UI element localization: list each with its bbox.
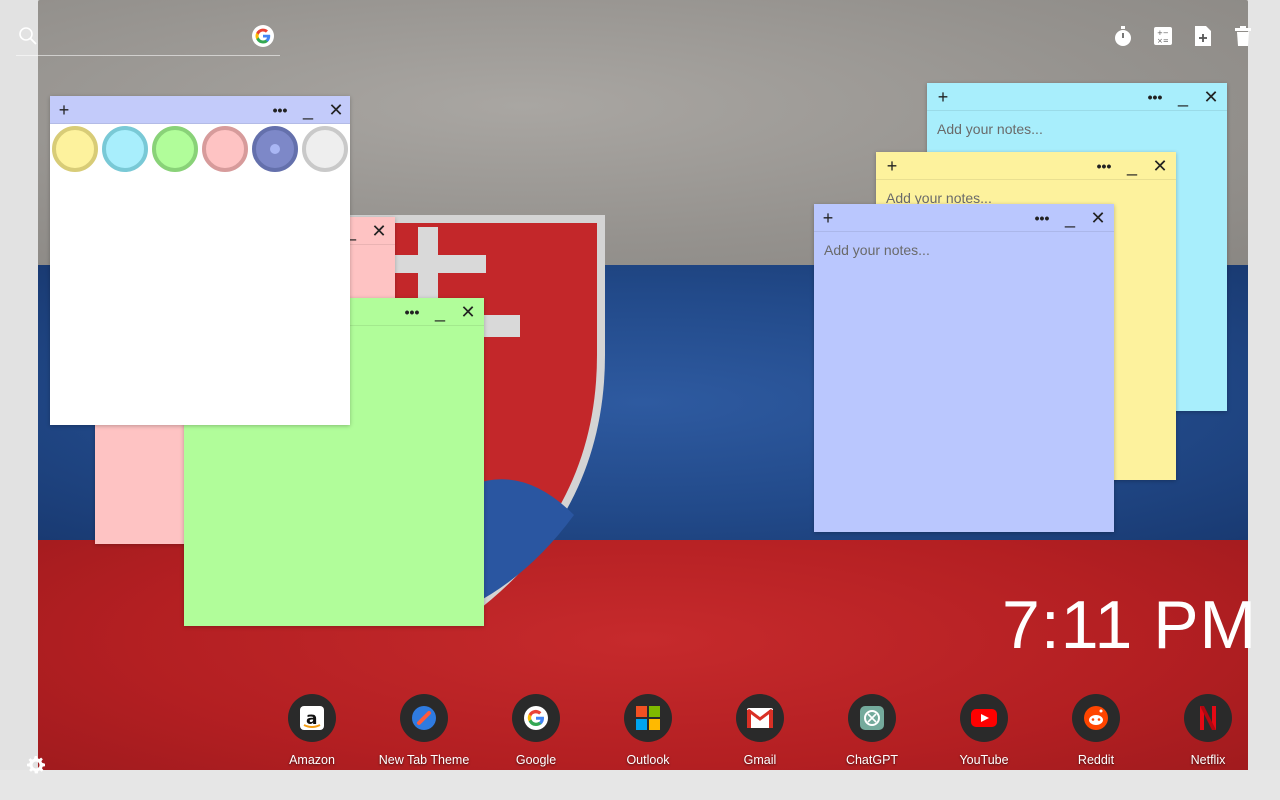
calculator-icon[interactable]: +− ×= [1152,24,1174,48]
trash-icon[interactable] [1232,24,1254,48]
search-icon[interactable] [18,26,38,46]
add-icon[interactable]: + [56,100,72,120]
search-input[interactable] [46,24,246,50]
settings-gear-icon[interactable] [26,755,46,775]
outlook-icon [624,694,672,742]
shortcut-label: YouTube [959,753,1009,767]
swatch-lavender[interactable] [252,126,298,172]
more-icon[interactable]: ••• [1032,208,1052,228]
close-icon[interactable]: ✕ [460,302,476,322]
page-edge-left [0,0,38,800]
swatch-pink[interactable] [202,126,248,172]
note-text[interactable]: Add your notes... [937,121,1043,137]
minimize-icon[interactable]: _ [1175,87,1191,107]
shortcut-new-tab-theme[interactable]: New Tab Theme [368,694,480,767]
add-icon[interactable]: + [935,87,951,107]
clock: 7:11 PM [1002,587,1258,663]
shortcut-dock: a Amazon New Tab Theme Google Outlook Gm [256,694,1264,774]
gmail-icon [736,694,784,742]
close-icon[interactable]: ✕ [1203,87,1219,107]
amazon-icon: a [288,694,336,742]
shortcut-label: Outlook [626,753,670,767]
shortcut-youtube[interactable]: YouTube [928,694,1040,767]
sticky-note-lavender[interactable]: + ••• _ ✕ Add your notes... [814,204,1114,532]
note-text[interactable]: Add your notes... [824,242,930,258]
sticky-note-color-picker[interactable]: + ••• _ ✕ [50,96,350,425]
add-icon[interactable]: + [820,208,836,228]
note-header: + ••• _ ✕ [50,96,350,124]
search-bar [16,24,280,56]
add-icon[interactable]: + [884,156,900,176]
youtube-icon [960,694,1008,742]
svg-text:×=: ×= [1157,37,1169,45]
more-icon[interactable]: ••• [1145,87,1165,107]
swatch-green[interactable] [152,126,198,172]
shortcut-label: ChatGPT [845,753,899,767]
close-icon[interactable]: ✕ [371,221,387,241]
shortcut-label: Google [515,753,557,767]
chatgpt-icon [848,694,896,742]
new-tab-theme-icon [400,694,448,742]
minimize-icon[interactable]: _ [1062,208,1078,228]
shortcut-reddit[interactable]: Reddit [1040,694,1152,767]
note-header: + ••• _ ✕ [876,152,1176,180]
google-search-icon[interactable] [252,25,274,47]
note-header: + ••• _ ✕ [814,204,1114,232]
shortcut-label: New Tab Theme [378,753,470,767]
stopwatch-icon[interactable] [1112,24,1134,48]
page-edge-bottom [0,770,1280,800]
netflix-icon [1184,694,1232,742]
shortcut-chatgpt[interactable]: ChatGPT [816,694,928,767]
close-icon[interactable]: ✕ [328,100,344,120]
swatch-yellow[interactable] [52,126,98,172]
minimize-icon[interactable]: _ [300,100,316,120]
minimize-icon[interactable]: _ [432,302,448,322]
more-icon[interactable]: ••• [1094,156,1114,176]
page-edge-right [1248,0,1280,800]
google-icon [512,694,560,742]
shortcut-label: Amazon [289,753,335,767]
top-toolbar: +− ×= [1112,24,1254,48]
minimize-icon[interactable]: _ [1124,156,1140,176]
svg-text:+−: +− [1157,29,1169,37]
more-icon[interactable]: ••• [402,302,422,322]
close-icon[interactable]: ✕ [1152,156,1168,176]
swatch-cyan[interactable] [102,126,148,172]
shortcut-label: Netflix [1190,753,1226,767]
shortcut-google[interactable]: Google [480,694,592,767]
more-icon[interactable]: ••• [270,100,290,120]
reddit-icon [1072,694,1120,742]
note-header: + ••• _ ✕ [927,83,1227,111]
close-icon[interactable]: ✕ [1090,208,1106,228]
shortcut-label: Gmail [743,753,777,767]
shortcut-amazon[interactable]: a Amazon [256,694,368,767]
shortcut-outlook[interactable]: Outlook [592,694,704,767]
shortcut-netflix[interactable]: Netflix [1152,694,1264,767]
swatch-white[interactable] [302,126,348,172]
shortcut-gmail[interactable]: Gmail [704,694,816,767]
shortcut-label: Reddit [1077,753,1115,767]
color-swatches [52,126,348,172]
add-note-icon[interactable] [1192,24,1214,48]
